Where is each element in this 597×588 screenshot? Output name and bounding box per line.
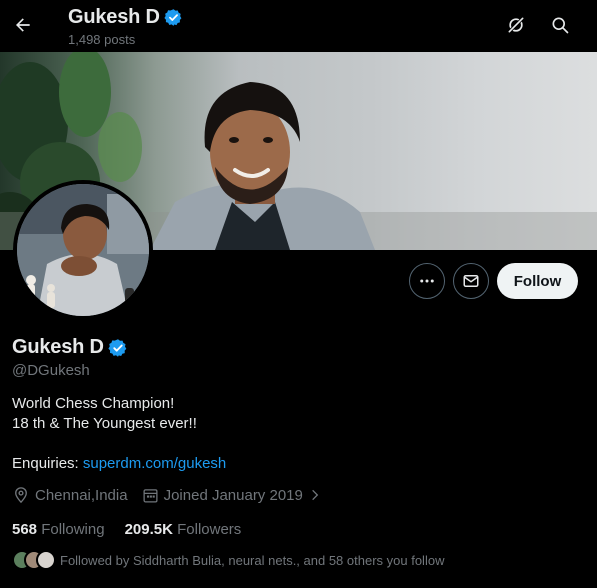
search-button[interactable] [543, 8, 577, 42]
top-bar: Gukesh D 1,498 posts [0, 0, 597, 52]
back-button[interactable] [6, 8, 40, 42]
search-icon [552, 17, 569, 34]
avatar[interactable] [13, 180, 153, 320]
follow-counts: 568 Following 209.5K Followers [12, 521, 241, 538]
profile-handle: @DGukesh [12, 362, 90, 379]
posts-count: 1,498 posts [68, 32, 136, 47]
followed-by-text: Followed by Siddharth Bulia, neural nets… [60, 552, 445, 568]
followers-count: 209.5K [124, 521, 173, 538]
followed-by-row[interactable]: Followed by Siddharth Bulia, neural nets… [12, 550, 444, 570]
message-button[interactable] [453, 263, 489, 299]
verified-badge-icon [164, 9, 182, 26]
more-icon [420, 279, 434, 283]
mini-avatar [36, 550, 56, 570]
mail-icon [463, 275, 479, 287]
profile-name-row: Gukesh D [12, 336, 128, 359]
location-icon [15, 487, 27, 504]
profile-meta: Chennai,India Joined January 2019 [12, 486, 322, 504]
header-title: Gukesh D [68, 6, 160, 28]
following-label: Following [41, 521, 105, 538]
grok-icon [508, 17, 524, 33]
header-title-row: Gukesh D [68, 6, 183, 29]
following-link[interactable]: 568 Following [12, 521, 105, 538]
following-count: 568 [12, 521, 38, 538]
enquiries-label: Enquiries: [12, 455, 83, 472]
enquiries-row: Enquiries: superdm.com/gukesh [12, 455, 226, 472]
followers-link[interactable]: 209.5K Followers [125, 521, 242, 538]
verified-badge-icon[interactable] [108, 338, 128, 358]
enquiries-link[interactable]: superdm.com/gukesh [83, 455, 226, 472]
profile-actions [409, 263, 489, 299]
joined-text: Joined January 2019 [163, 486, 303, 504]
location-item: Chennai,India [12, 486, 128, 504]
grok-button[interactable] [499, 8, 533, 42]
profile-name: Gukesh D [12, 336, 104, 358]
avatar-photo [17, 184, 149, 316]
followed-by-avatars [12, 550, 56, 570]
location-text: Chennai,India [35, 486, 128, 504]
followers-label: Followers [177, 521, 242, 538]
bio-line: World Chess Champion! [12, 395, 175, 412]
calendar-icon [143, 488, 158, 503]
chevron-right-icon [312, 489, 319, 501]
profile-bio: World Chess Champion! 18 th & The Younge… [12, 394, 197, 434]
joined-item[interactable]: Joined January 2019 [142, 487, 322, 504]
follow-button[interactable]: Follow [497, 263, 578, 299]
more-button[interactable] [409, 263, 445, 299]
bio-line: 18 th & The Youngest ever!! [12, 415, 197, 432]
back-arrow-icon [16, 18, 30, 32]
